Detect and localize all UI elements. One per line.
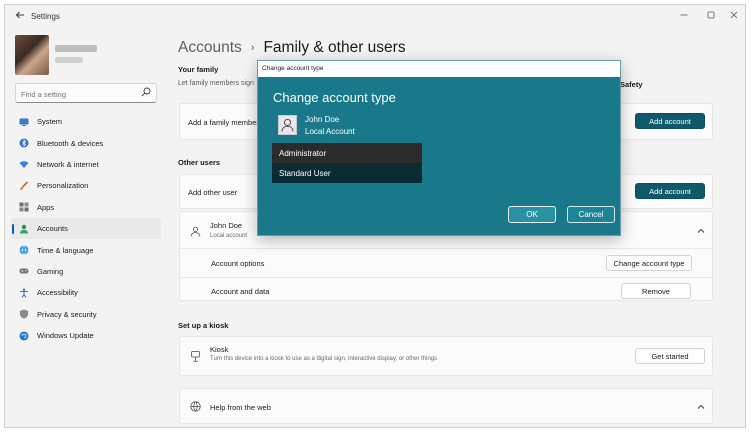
dialog-heading: Change account type xyxy=(273,90,396,105)
family-safety-label[interactable]: Safety xyxy=(620,80,643,89)
sidebar-item-label: Accessibility xyxy=(37,288,78,298)
family-section-desc: Let family members sign xyxy=(178,80,254,87)
add-family-account-button[interactable]: Add account xyxy=(635,113,705,129)
back-arrow-icon xyxy=(15,11,24,19)
sidebar-item-label: Time & language xyxy=(37,245,94,255)
sidebar-item-label: Personalization xyxy=(37,181,89,191)
dialog-title-bar[interactable]: Change account type xyxy=(258,61,620,77)
controller-icon xyxy=(19,268,29,274)
monitor-icon xyxy=(19,118,29,126)
chevron-up-icon[interactable] xyxy=(696,226,706,236)
other-users-title: Other users xyxy=(178,158,221,167)
back-button[interactable] xyxy=(13,10,27,24)
apps-icon xyxy=(19,202,29,212)
wifi-icon xyxy=(19,161,29,169)
sidebar-nav: System Bluetooth & devices Network & int… xyxy=(11,111,161,346)
user-account-type: Local account xyxy=(210,233,248,239)
globe-icon xyxy=(19,245,29,255)
help-card[interactable]: Help from the web xyxy=(179,388,713,424)
help-label: Help from the web xyxy=(210,403,271,412)
account-options-label: Account options xyxy=(211,259,265,268)
account-data-label: Account and data xyxy=(211,287,270,296)
accessibility-icon xyxy=(20,288,28,298)
add-family-member-label: Add a family member xyxy=(188,118,259,127)
sidebar-item-personalization[interactable]: Personalization xyxy=(11,175,161,196)
person-outline-icon xyxy=(281,118,294,132)
minimize-button[interactable] xyxy=(673,8,695,24)
sidebar-item-system[interactable]: System xyxy=(11,111,161,132)
brush-icon xyxy=(20,181,29,190)
dialog-user-name: John Doe xyxy=(305,115,340,124)
dropdown-option-administrator[interactable]: Administrator xyxy=(272,143,422,163)
user-avatar[interactable] xyxy=(15,35,49,75)
account-type-dropdown-list[interactable]: Administrator Standard User xyxy=(272,143,422,183)
shield-icon xyxy=(20,309,28,319)
person-outline-icon xyxy=(190,226,201,237)
minimize-icon xyxy=(680,14,688,16)
sidebar-item-label: Apps xyxy=(37,202,55,212)
sidebar-item-label: System xyxy=(37,117,63,127)
user-name-blurred xyxy=(55,45,97,52)
dialog-window-title: Change account type xyxy=(262,65,324,72)
kiosk-card: Kiosk Turn this device into a kiosk to u… xyxy=(179,336,713,376)
divider xyxy=(180,248,712,249)
search-icon[interactable] xyxy=(141,87,151,97)
title-bar: Settings xyxy=(5,5,745,29)
change-account-type-dialog: Change account type Change account type … xyxy=(257,60,621,236)
add-other-account-button[interactable]: Add account xyxy=(635,183,705,199)
kiosk-desc: Turn this device into a kiosk to use as … xyxy=(210,356,438,362)
close-icon xyxy=(730,11,738,19)
bluetooth-icon xyxy=(19,138,29,148)
update-icon xyxy=(19,331,29,341)
cancel-button[interactable]: Cancel xyxy=(567,206,615,223)
sidebar-item-apps[interactable]: Apps xyxy=(11,197,161,218)
sidebar-item-network[interactable]: Network & internet xyxy=(11,154,161,175)
divider xyxy=(180,277,712,278)
maximize-button[interactable] xyxy=(700,8,722,24)
dropdown-option-standard-user[interactable]: Standard User xyxy=(272,163,422,183)
sidebar-item-windows-update[interactable]: Windows Update xyxy=(11,325,161,346)
sidebar-item-privacy[interactable]: Privacy & security xyxy=(11,304,161,325)
sidebar-item-label: Accounts xyxy=(37,224,68,234)
add-other-user-label: Add other user xyxy=(188,188,238,197)
breadcrumb-separator: › xyxy=(250,42,255,54)
sidebar-item-label: Bluetooth & devices xyxy=(37,138,104,148)
sidebar-item-label: Network & internet xyxy=(37,159,99,169)
sidebar-item-gaming[interactable]: Gaming xyxy=(11,261,161,282)
sidebar-item-label: Gaming xyxy=(37,266,64,276)
dialog-user-type: Local Account xyxy=(305,127,355,136)
kiosk-icon xyxy=(191,351,200,362)
sidebar-item-time-language[interactable]: Time & language xyxy=(11,239,161,260)
kiosk-label: Kiosk xyxy=(210,345,229,354)
sidebar-item-accounts[interactable]: Accounts xyxy=(11,217,161,240)
sidebar-item-bluetooth[interactable]: Bluetooth & devices xyxy=(11,132,161,153)
user-email-blurred xyxy=(55,57,83,63)
search-input[interactable] xyxy=(16,85,136,104)
sidebar-item-accessibility[interactable]: Accessibility xyxy=(11,282,161,303)
kiosk-get-started-button[interactable]: Get started xyxy=(635,348,705,364)
close-button[interactable] xyxy=(723,8,745,24)
kiosk-section-title: Set up a kiosk xyxy=(178,321,229,330)
app-title: Settings xyxy=(31,12,60,21)
search-box[interactable] xyxy=(15,83,157,104)
breadcrumb: Accounts › Family & other users xyxy=(178,39,406,57)
breadcrumb-parent[interactable]: Accounts xyxy=(178,39,242,57)
page-title: Family & other users xyxy=(263,39,406,56)
family-section-title: Your family xyxy=(178,65,219,74)
sidebar-item-label: Windows Update xyxy=(37,331,94,341)
user-name: John Doe xyxy=(210,221,243,230)
chevron-up-icon[interactable] xyxy=(696,402,706,412)
globe-outline-icon xyxy=(190,401,201,412)
maximize-icon xyxy=(707,11,715,19)
change-account-type-button[interactable]: Change account type xyxy=(606,255,692,271)
remove-button[interactable]: Remove xyxy=(621,283,691,299)
sidebar-item-label: Privacy & security xyxy=(37,309,97,319)
dialog-user-avatar xyxy=(278,115,297,135)
ok-button[interactable]: OK xyxy=(508,206,556,223)
person-icon xyxy=(20,224,28,234)
